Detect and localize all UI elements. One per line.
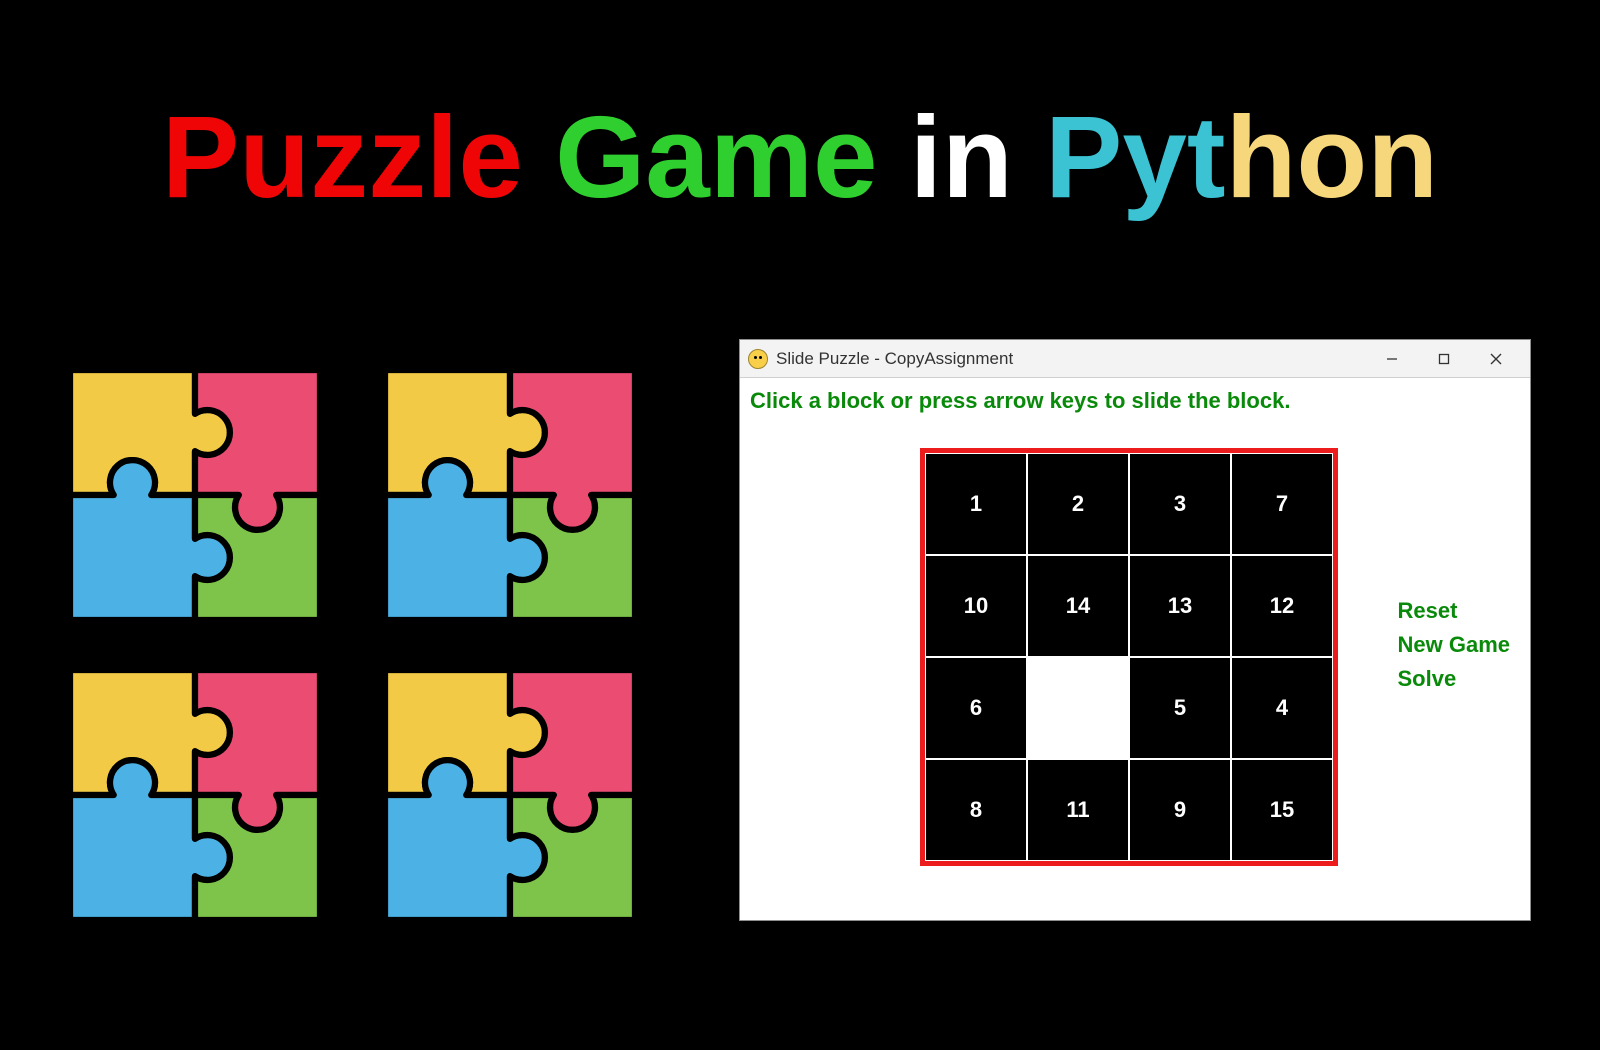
tile-12[interactable]: 12 bbox=[1232, 556, 1332, 656]
window-title: Slide Puzzle - CopyAssignment bbox=[776, 349, 1366, 369]
tile-2[interactable]: 2 bbox=[1028, 454, 1128, 554]
tile-5[interactable]: 5 bbox=[1130, 658, 1230, 758]
maximize-button[interactable] bbox=[1418, 340, 1470, 377]
headline: Puzzle Game in Python bbox=[0, 90, 1600, 224]
tile-6[interactable]: 6 bbox=[926, 658, 1026, 758]
puzzle-board: 123710141312654811915 bbox=[920, 448, 1338, 866]
tile-13[interactable]: 13 bbox=[1130, 556, 1230, 656]
tile-14[interactable]: 14 bbox=[1028, 556, 1128, 656]
tile-9[interactable]: 9 bbox=[1130, 760, 1230, 860]
slide-puzzle-window: Slide Puzzle - CopyAssignment Click a bl… bbox=[740, 340, 1530, 920]
jigsaw-icon bbox=[385, 670, 635, 920]
window-client: Click a block or press arrow keys to sli… bbox=[740, 378, 1530, 920]
headline-word-4b: hon bbox=[1226, 92, 1439, 222]
window-controls bbox=[1366, 340, 1522, 377]
headline-word-2: Game bbox=[555, 92, 877, 222]
tile-10[interactable]: 10 bbox=[926, 556, 1026, 656]
headline-word-3: in bbox=[910, 92, 1013, 222]
empty-tile bbox=[1028, 658, 1128, 758]
headline-word-1: Puzzle bbox=[162, 92, 523, 222]
reset-button[interactable]: Reset bbox=[1398, 598, 1511, 624]
jigsaw-grid bbox=[70, 370, 640, 910]
titlebar[interactable]: Slide Puzzle - CopyAssignment bbox=[740, 340, 1530, 378]
headline-word-4a: Pyt bbox=[1045, 92, 1226, 222]
tile-11[interactable]: 11 bbox=[1028, 760, 1128, 860]
solve-button[interactable]: Solve bbox=[1398, 666, 1511, 692]
tile-1[interactable]: 1 bbox=[926, 454, 1026, 554]
tile-15[interactable]: 15 bbox=[1232, 760, 1332, 860]
tile-3[interactable]: 3 bbox=[1130, 454, 1230, 554]
close-button[interactable] bbox=[1470, 340, 1522, 377]
tile-4[interactable]: 4 bbox=[1232, 658, 1332, 758]
jigsaw-icon bbox=[385, 370, 635, 620]
jigsaw-icon bbox=[70, 670, 320, 920]
jigsaw-icon bbox=[70, 370, 320, 620]
side-menu: Reset New Game Solve bbox=[1398, 598, 1511, 692]
new-game-button[interactable]: New Game bbox=[1398, 632, 1511, 658]
minimize-button[interactable] bbox=[1366, 340, 1418, 377]
app-icon bbox=[748, 349, 768, 369]
instruction-text: Click a block or press arrow keys to sli… bbox=[750, 388, 1290, 414]
tile-7[interactable]: 7 bbox=[1232, 454, 1332, 554]
tile-8[interactable]: 8 bbox=[926, 760, 1026, 860]
